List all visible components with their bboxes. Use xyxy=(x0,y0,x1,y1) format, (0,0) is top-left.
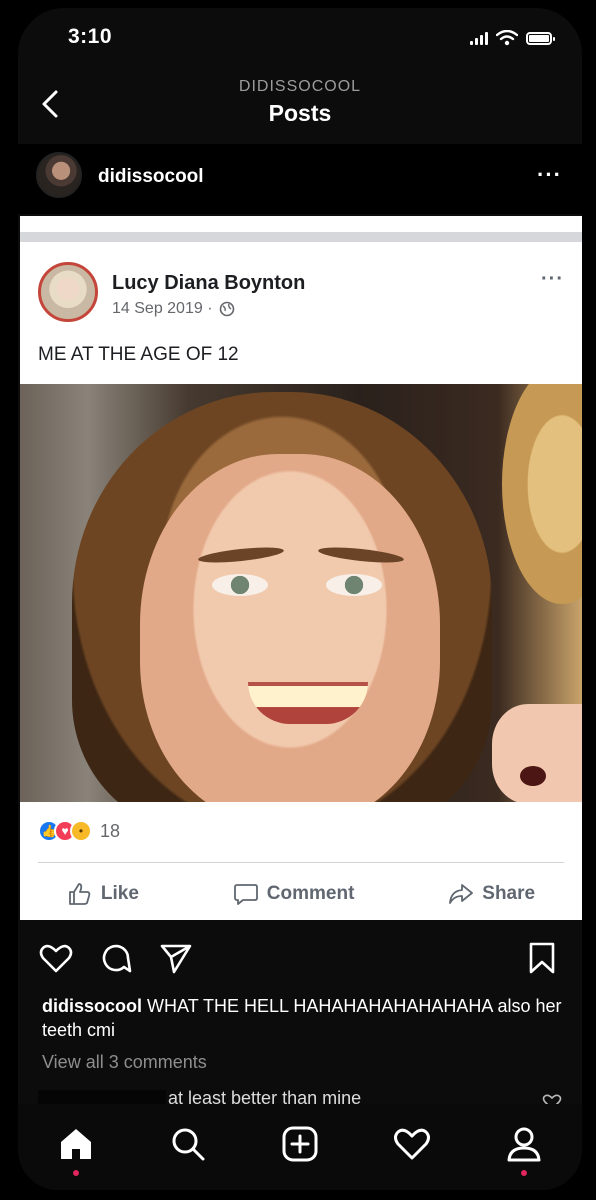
divider xyxy=(38,862,564,863)
home-icon xyxy=(61,1129,91,1159)
fb-like-action: Like xyxy=(67,881,139,907)
fb-more-icon: ··· xyxy=(541,268,564,290)
tab-new-post[interactable] xyxy=(280,1124,320,1164)
fb-actions: Like Comment Share xyxy=(20,876,582,912)
fb-share-label: Share xyxy=(482,883,536,904)
search-icon xyxy=(172,1128,205,1161)
share-arrow-icon xyxy=(449,884,474,904)
tab-profile[interactable] xyxy=(504,1124,544,1176)
wifi-icon xyxy=(496,30,518,46)
view-all-comments-link[interactable]: View all 3 comments xyxy=(42,1052,207,1073)
fb-avatar xyxy=(38,262,98,322)
status-icons xyxy=(470,30,555,46)
post-action-bar xyxy=(18,936,582,980)
fb-reaction-count: 18 xyxy=(100,820,121,841)
tab-home[interactable] xyxy=(56,1124,96,1176)
profile-icon xyxy=(507,1127,541,1162)
account-name: DIDISSOCOOL xyxy=(238,78,362,95)
globe-icon xyxy=(219,301,234,317)
fb-reactions: 👍 ♥ • 18 xyxy=(38,820,120,842)
battery-icon xyxy=(526,31,555,45)
fb-photo xyxy=(20,384,582,802)
comment-bubble-icon xyxy=(233,884,258,905)
fb-date-text: 14 Sep 2019 · xyxy=(112,300,213,317)
tab-search[interactable] xyxy=(168,1124,208,1164)
tab-activity[interactable] xyxy=(392,1124,432,1164)
bookmark-icon[interactable] xyxy=(524,940,560,976)
post-username[interactable]: didissocool xyxy=(98,166,204,188)
fb-author-name: Lucy Diana Boynton xyxy=(112,272,306,294)
fb-comment-label: Comment xyxy=(266,883,355,904)
fb-top-strip xyxy=(20,232,582,242)
notification-dot xyxy=(521,1170,527,1176)
more-options-button[interactable]: ··· xyxy=(537,162,562,188)
phone-frame: 3:10 DIDISSOCOOL Posts didissocool ··· L… xyxy=(0,0,596,1200)
fb-like-label: Like xyxy=(100,883,139,904)
heart-icon[interactable] xyxy=(38,940,74,976)
bottom-tab-bar xyxy=(18,1104,582,1190)
post-image-facebook-screenshot[interactable]: Lucy Diana Boynton 14 Sep 2019 · ··· ME … xyxy=(20,216,582,920)
comment-icon[interactable] xyxy=(98,940,134,976)
notification-dot xyxy=(73,1170,79,1176)
page-header: DIDISSOCOOL Posts xyxy=(18,72,582,136)
send-icon[interactable] xyxy=(158,940,194,976)
wow-reaction-icon: • xyxy=(70,820,92,842)
add-post-icon xyxy=(282,1126,318,1162)
fb-share-action: Share xyxy=(448,881,535,907)
avatar[interactable] xyxy=(36,152,82,198)
fb-post-date: 14 Sep 2019 · xyxy=(112,300,235,318)
status-time: 3:10 xyxy=(68,25,113,48)
fb-comment-action: Comment xyxy=(233,881,355,907)
post-caption: didissocool WHAT THE HELL HAHAHAHAHAHAHA… xyxy=(42,994,562,1042)
caption-username[interactable]: didissocool xyxy=(42,996,142,1016)
thumbs-up-icon xyxy=(69,883,91,905)
page-title: Posts xyxy=(268,100,332,126)
fb-post-text: ME AT THE AGE OF 12 xyxy=(38,344,239,365)
status-bar: 3:10 xyxy=(18,8,582,64)
app-screen: 3:10 DIDISSOCOOL Posts didissocool ··· L… xyxy=(18,8,582,1190)
post-header: didissocool ··· xyxy=(18,144,582,214)
cellular-signal-icon xyxy=(470,31,488,45)
heart-icon xyxy=(394,1128,430,1160)
